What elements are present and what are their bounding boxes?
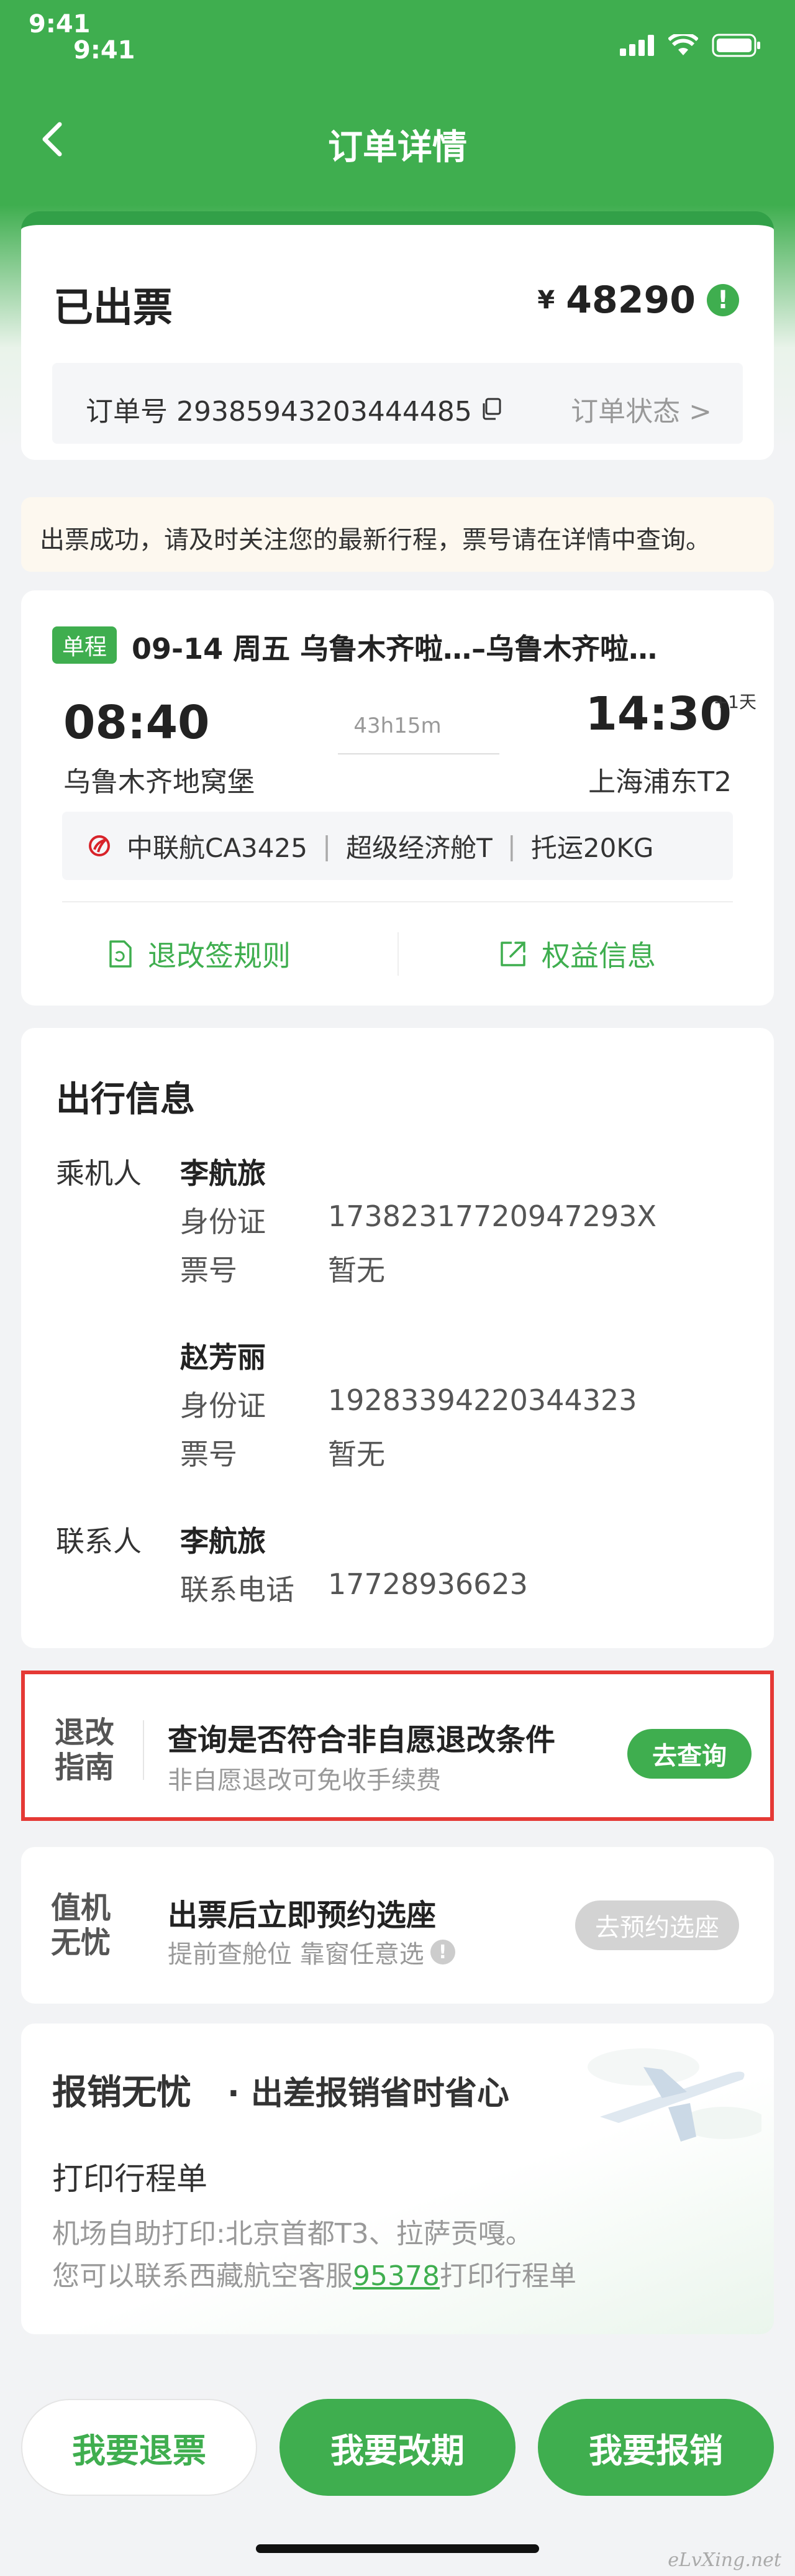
id-label: 身份证 bbox=[180, 1205, 266, 1239]
external-link-icon bbox=[501, 942, 525, 966]
ticket-notice: 出票成功，请及时关注您的最新行程，票号请在详情中查询。 bbox=[21, 497, 774, 572]
navigation-bar: 订单详情 bbox=[0, 106, 795, 174]
seat-selection-card: 值机 无忧 出票后立即预约选座 提前查舱位 靠窗任意选 ! 去预约选座 bbox=[21, 1847, 774, 2004]
expense-brand: 报销无忧 bbox=[52, 2073, 191, 2113]
home-indicator[interactable] bbox=[256, 2544, 539, 2553]
flight-card: 单程 09-14 周五 乌鲁木齐啦…–乌鲁木齐啦… 08:40 43h15m 1… bbox=[21, 590, 774, 1006]
phone-label: 联系电话 bbox=[180, 1573, 294, 1607]
bottom-action-bar: 我要退票 我要改期 我要报销 eLvXing.net bbox=[0, 2386, 795, 2576]
benefits-label: 权益信息 bbox=[542, 939, 656, 973]
refund-guide-subtitle: 非自愿退改可免收手续费 bbox=[168, 1766, 441, 1795]
status-time: 9:41 bbox=[29, 10, 91, 39]
logo-line: 指南 bbox=[55, 1750, 115, 1785]
reserve-seat-button[interactable]: 去预约选座 bbox=[575, 1900, 739, 1950]
passenger-name: 赵芳丽 bbox=[180, 1341, 266, 1374]
next-day-badge: +1天 bbox=[713, 692, 756, 712]
info-icon[interactable]: ! bbox=[430, 1940, 455, 1964]
status-icons bbox=[620, 34, 761, 57]
arrival-airport: 上海浦东T2 bbox=[588, 766, 732, 798]
order-number-row: 订单号 29385943203444485 订单状态 > bbox=[52, 363, 743, 444]
service-phone-link[interactable]: 95378 bbox=[353, 2260, 440, 2292]
flight-info-bar: 中联航CA3425 | 超级经济舱T | 托运20KG bbox=[62, 812, 733, 880]
seat-subtitle: 提前查舱位 靠窗任意选 ! bbox=[168, 1934, 455, 1970]
signal-icon bbox=[620, 35, 654, 56]
section-title: 出行信息 bbox=[56, 1079, 195, 1120]
trip-type-badge: 单程 bbox=[52, 626, 117, 664]
cabin-class: 超级经济舱T bbox=[346, 832, 493, 863]
id-value: 19283394220344323 bbox=[328, 1383, 637, 1417]
document-icon bbox=[109, 940, 132, 968]
expense-card: 报销无忧 · 出差报销省时省心 打印行程单 机场自助打印:北京首都T3、拉萨贡嘎… bbox=[21, 2024, 774, 2334]
battery-icon bbox=[712, 34, 760, 57]
price-info-icon[interactable]: ! bbox=[707, 284, 739, 316]
id-label: 身份证 bbox=[180, 1389, 266, 1423]
copy-icon[interactable] bbox=[481, 398, 502, 420]
divider bbox=[143, 1720, 144, 1780]
price-value: 48290 bbox=[566, 278, 696, 322]
price-currency: ¥ bbox=[537, 286, 555, 314]
baggage-allowance: 托运20KG bbox=[530, 832, 654, 863]
ticket-value: 暂无 bbox=[328, 1254, 385, 1287]
change-date-button[interactable]: 我要改期 bbox=[279, 2399, 516, 2496]
refund-guide-logo: 退改 指南 bbox=[55, 1715, 129, 1785]
logo-line: 无忧 bbox=[51, 1925, 111, 1960]
status-time-secondary: 9:41 bbox=[73, 36, 135, 65]
phone-value: 17728936623 bbox=[328, 1567, 528, 1601]
separator: | bbox=[322, 830, 332, 861]
contact-label: 联系人 bbox=[56, 1524, 142, 1558]
status-bar: 9:41 9:41 bbox=[0, 0, 795, 75]
order-number: 订单号 29385943203444485 bbox=[86, 389, 502, 429]
wifi-icon bbox=[668, 34, 698, 55]
order-summary-card: 已出票 ¥ 48290 ! 订单号 29385943203444485 订单状态… bbox=[21, 211, 774, 460]
logo-line: 退改 bbox=[55, 1715, 115, 1750]
logo-line: 值机 bbox=[51, 1891, 111, 1925]
order-status-title: 已出票 bbox=[53, 285, 173, 331]
reimburse-button[interactable]: 我要报销 bbox=[538, 2399, 774, 2496]
ticket-value: 暂无 bbox=[328, 1437, 385, 1471]
benefits-link[interactable]: 权益信息 bbox=[499, 926, 656, 982]
notice-text: 出票成功，请及时关注您的最新行程，票号请在详情中查询。 bbox=[40, 526, 711, 554]
order-number-text: 订单号 29385943203444485 bbox=[86, 396, 472, 428]
divider bbox=[398, 932, 399, 976]
duration-line bbox=[338, 753, 499, 754]
refund-button[interactable]: 我要退票 bbox=[21, 2399, 257, 2496]
trip-route: 09-14 周五 乌鲁木齐啦…–乌鲁木齐啦… bbox=[132, 632, 658, 666]
refund-guide-banner[interactable]: 退改 指南 查询是否符合非自愿退改条件 非自愿退改可免收手续费 去查询 bbox=[21, 1671, 774, 1821]
departure-airport: 乌鲁木齐地窝堡 bbox=[63, 766, 255, 798]
separator: | bbox=[507, 830, 516, 861]
airline-flight-number: 中联航CA3425 bbox=[127, 832, 307, 863]
airline-logo-icon bbox=[89, 835, 110, 856]
airplane-illustration bbox=[588, 2048, 761, 2142]
travel-info-card: 出行信息 乘机人 李航旅 身份证 17382317720947293X 票号 暂… bbox=[21, 1028, 774, 1648]
contact-suffix: 打印行程单 bbox=[439, 2260, 576, 2292]
ticket-label: 票号 bbox=[180, 1254, 237, 1287]
id-value: 17382317720947293X bbox=[328, 1199, 657, 1233]
arrival-time: 14:30 bbox=[585, 687, 732, 741]
refund-guide-title: 查询是否符合非自愿退改条件 bbox=[168, 1723, 556, 1758]
seat-title: 出票后立即预约选座 bbox=[168, 1898, 437, 1933]
watermark: eLvXing.net bbox=[668, 2549, 781, 2571]
order-status-link[interactable]: 订单状态 > bbox=[571, 389, 712, 429]
divider bbox=[62, 901, 733, 902]
print-itinerary-title: 打印行程单 bbox=[52, 2161, 207, 2197]
passenger-label: 乘机人 bbox=[56, 1157, 142, 1190]
ticket-label: 票号 bbox=[180, 1437, 237, 1471]
query-button[interactable]: 去查询 bbox=[627, 1729, 752, 1779]
page-title: 订单详情 bbox=[328, 127, 467, 168]
seat-subtitle-text: 提前查舱位 靠窗任意选 bbox=[168, 1940, 424, 1969]
refund-rules-label: 退改签规则 bbox=[148, 939, 291, 973]
expense-slogan: · 出差报销省时省心 bbox=[227, 2075, 509, 2112]
contact-service-text: 您可以联系西藏航空客服95378打印行程单 bbox=[52, 2253, 576, 2293]
passenger-name: 李航旅 bbox=[180, 1157, 266, 1190]
order-price[interactable]: ¥ 48290 ! bbox=[537, 278, 739, 322]
contact-name: 李航旅 bbox=[180, 1524, 266, 1558]
refund-rules-link[interactable]: 退改签规则 bbox=[108, 926, 291, 982]
seat-logo: 值机 无忧 bbox=[51, 1891, 125, 1960]
print-location-text: 机场自助打印:北京首都T3、拉萨贡嘎。 bbox=[52, 2218, 533, 2250]
contact-prefix: 您可以联系西藏航空客服 bbox=[52, 2260, 353, 2292]
